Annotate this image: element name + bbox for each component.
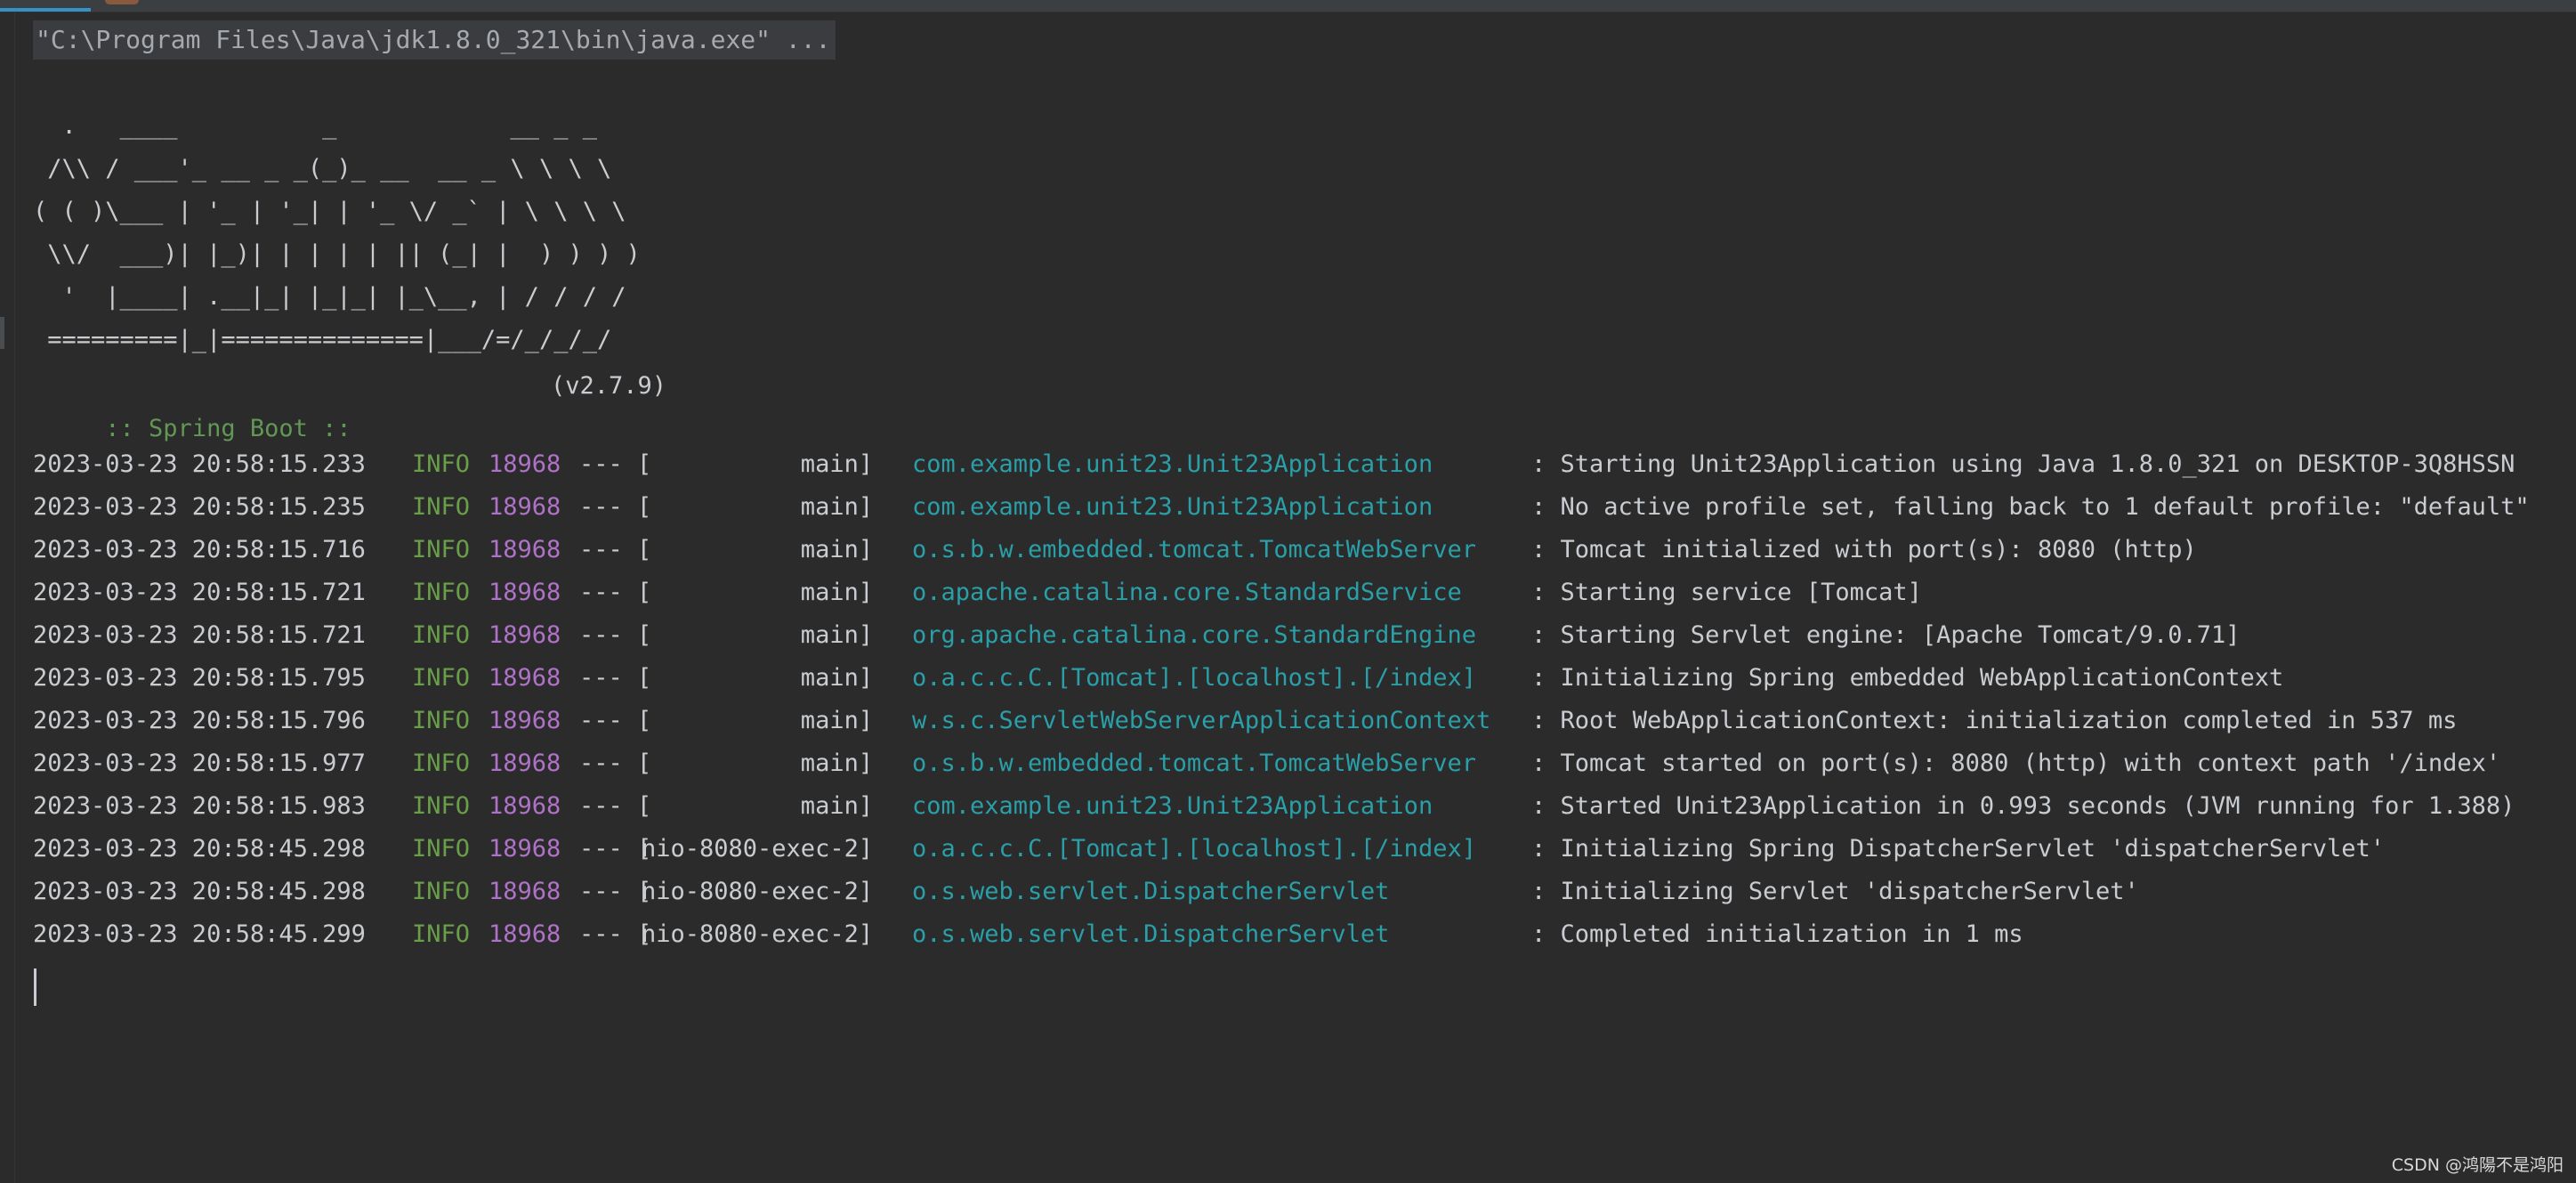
log-logger: o.a.c.c.C.[Tomcat].[localhost].[/index] <box>912 835 1476 863</box>
log-logger: org.apache.catalina.core.StandardEngine <box>912 621 1476 649</box>
log-timestamp: 2023-03-23 20:58:15.795 <box>33 664 366 692</box>
log-timestamp: 2023-03-23 20:58:15.977 <box>33 750 366 777</box>
log-level: INFO <box>412 750 471 777</box>
log-logger: o.s.b.w.embedded.tomcat.TomcatWebServer <box>912 536 1476 563</box>
tab-marker <box>105 0 139 4</box>
run-console-output[interactable]: "C:\Program Files\Java\jdk1.8.0_321\bin\… <box>0 12 2576 1183</box>
banner-line: \\/ ___)| |_)| | | | | || (_| | ) ) ) ) <box>33 240 641 268</box>
spring-boot-version: (v2.7.9) <box>551 372 667 400</box>
log-thread: nio-8080-exec-2] <box>642 835 874 863</box>
log-message: : Completed initialization in 1 ms <box>1531 920 2023 948</box>
banner-line: /\\ / ___'_ __ _ _(_)_ __ __ _ \ \ \ \ <box>33 155 612 182</box>
log-timestamp: 2023-03-23 20:58:15.716 <box>33 536 366 563</box>
active-tab-indicator[interactable] <box>0 8 91 12</box>
log-message: : Starting Servlet engine: [Apache Tomca… <box>1531 621 2241 649</box>
log-level: INFO <box>412 493 471 521</box>
log-pid: 18968 <box>489 707 561 734</box>
log-logger: o.s.web.servlet.DispatcherServlet <box>912 920 1390 948</box>
log-message: : No active profile set, falling back to… <box>1531 493 2530 521</box>
log-message: : Initializing Spring DispatcherServlet … <box>1531 835 2386 863</box>
log-logger: com.example.unit23.Unit23Application <box>912 450 1433 478</box>
log-message: : Tomcat started on port(s): 8080 (http)… <box>1531 750 2501 777</box>
log-message: : Initializing Servlet 'dispatcherServle… <box>1531 878 2139 905</box>
log-pid: 18968 <box>489 664 561 692</box>
log-message: : Tomcat initialized with port(s): 8080 … <box>1531 536 2197 563</box>
banner-line: . ____ _ __ _ _ <box>33 112 597 140</box>
log-timestamp: 2023-03-23 20:58:45.298 <box>33 878 366 905</box>
log-thread: main] <box>642 450 874 478</box>
log-logger: com.example.unit23.Unit23Application <box>912 792 1433 820</box>
log-pid: 18968 <box>489 493 561 521</box>
log-timestamp: 2023-03-23 20:58:45.298 <box>33 835 366 863</box>
log-logger: o.a.c.c.C.[Tomcat].[localhost].[/index] <box>912 664 1476 692</box>
log-thread: main] <box>642 792 874 820</box>
log-logger: com.example.unit23.Unit23Application <box>912 493 1433 521</box>
log-timestamp: 2023-03-23 20:58:15.721 <box>33 621 366 649</box>
log-thread: main] <box>642 493 874 521</box>
log-pid: 18968 <box>489 792 561 820</box>
log-thread: main] <box>642 536 874 563</box>
text-cursor <box>34 968 36 1006</box>
log-thread: nio-8080-exec-2] <box>642 920 874 948</box>
log-timestamp: 2023-03-23 20:58:15.796 <box>33 707 366 734</box>
log-logger: o.s.web.servlet.DispatcherServlet <box>912 878 1390 905</box>
log-pid: 18968 <box>489 536 561 563</box>
log-pid: 18968 <box>489 920 561 948</box>
spring-boot-tag: :: Spring Boot :: <box>91 415 366 442</box>
log-thread: main] <box>642 707 874 734</box>
log-message: : Started Unit23Application in 0.993 sec… <box>1531 792 2515 820</box>
command-line[interactable]: "C:\Program Files\Java\jdk1.8.0_321\bin\… <box>33 20 836 60</box>
log-level: INFO <box>412 579 471 606</box>
log-level: INFO <box>412 536 471 563</box>
log-thread: main] <box>642 750 874 777</box>
log-message: : Starting service [Tomcat] <box>1531 579 1922 606</box>
log-logger: o.apache.catalina.core.StandardService <box>912 579 1462 606</box>
banner-line: ( ( )\___ | '_ | '_| | '_ \/ _` | \ \ \ … <box>33 198 626 225</box>
log-timestamp: 2023-03-23 20:58:15.233 <box>33 450 366 478</box>
log-message: : Root WebApplicationContext: initializa… <box>1531 707 2458 734</box>
log-pid: 18968 <box>489 878 561 905</box>
log-timestamp: 2023-03-23 20:58:15.983 <box>33 792 366 820</box>
spring-ascii-banner: . ____ _ __ _ _ /\\ / ___'_ __ _ _(_)_ _… <box>33 105 641 361</box>
log-level: INFO <box>412 621 471 649</box>
log-message: : Initializing Spring embedded WebApplic… <box>1531 664 2284 692</box>
log-thread: main] <box>642 664 874 692</box>
log-level: INFO <box>412 707 471 734</box>
log-pid: 18968 <box>489 835 561 863</box>
log-pid: 18968 <box>489 579 561 606</box>
log-logger: o.s.b.w.embedded.tomcat.TomcatWebServer <box>912 750 1476 777</box>
log-thread: main] <box>642 621 874 649</box>
log-level: INFO <box>412 878 471 905</box>
log-pid: 18968 <box>489 450 561 478</box>
log-timestamp: 2023-03-23 20:58:45.299 <box>33 920 366 948</box>
log-level: INFO <box>412 450 471 478</box>
banner-line: =========|_|==============|___/=/_/_/_/ <box>33 326 612 353</box>
log-message: : Starting Unit23Application using Java … <box>1531 450 2515 478</box>
spring-boot-version-line: :: Spring Boot :: (v2.7.9) <box>33 365 666 442</box>
log-pid: 18968 <box>489 621 561 649</box>
log-thread: nio-8080-exec-2] <box>642 878 874 905</box>
log-timestamp: 2023-03-23 20:58:15.235 <box>33 493 366 521</box>
log-level: INFO <box>412 664 471 692</box>
log-thread: main] <box>642 579 874 606</box>
log-level: INFO <box>412 835 471 863</box>
log-timestamp: 2023-03-23 20:58:15.721 <box>33 579 366 606</box>
log-pid: 18968 <box>489 750 561 777</box>
log-level: INFO <box>412 792 471 820</box>
watermark: CSDN @鸿陽不是鸿阳 <box>2391 1155 2564 1175</box>
log-level: INFO <box>412 920 471 948</box>
log-logger: w.s.c.ServletWebServerApplicationContext <box>912 707 1491 734</box>
top-tab-bar <box>0 0 2576 12</box>
banner-line: ' |____| .__|_| |_|_| |_\__, | / / / / <box>33 283 626 311</box>
